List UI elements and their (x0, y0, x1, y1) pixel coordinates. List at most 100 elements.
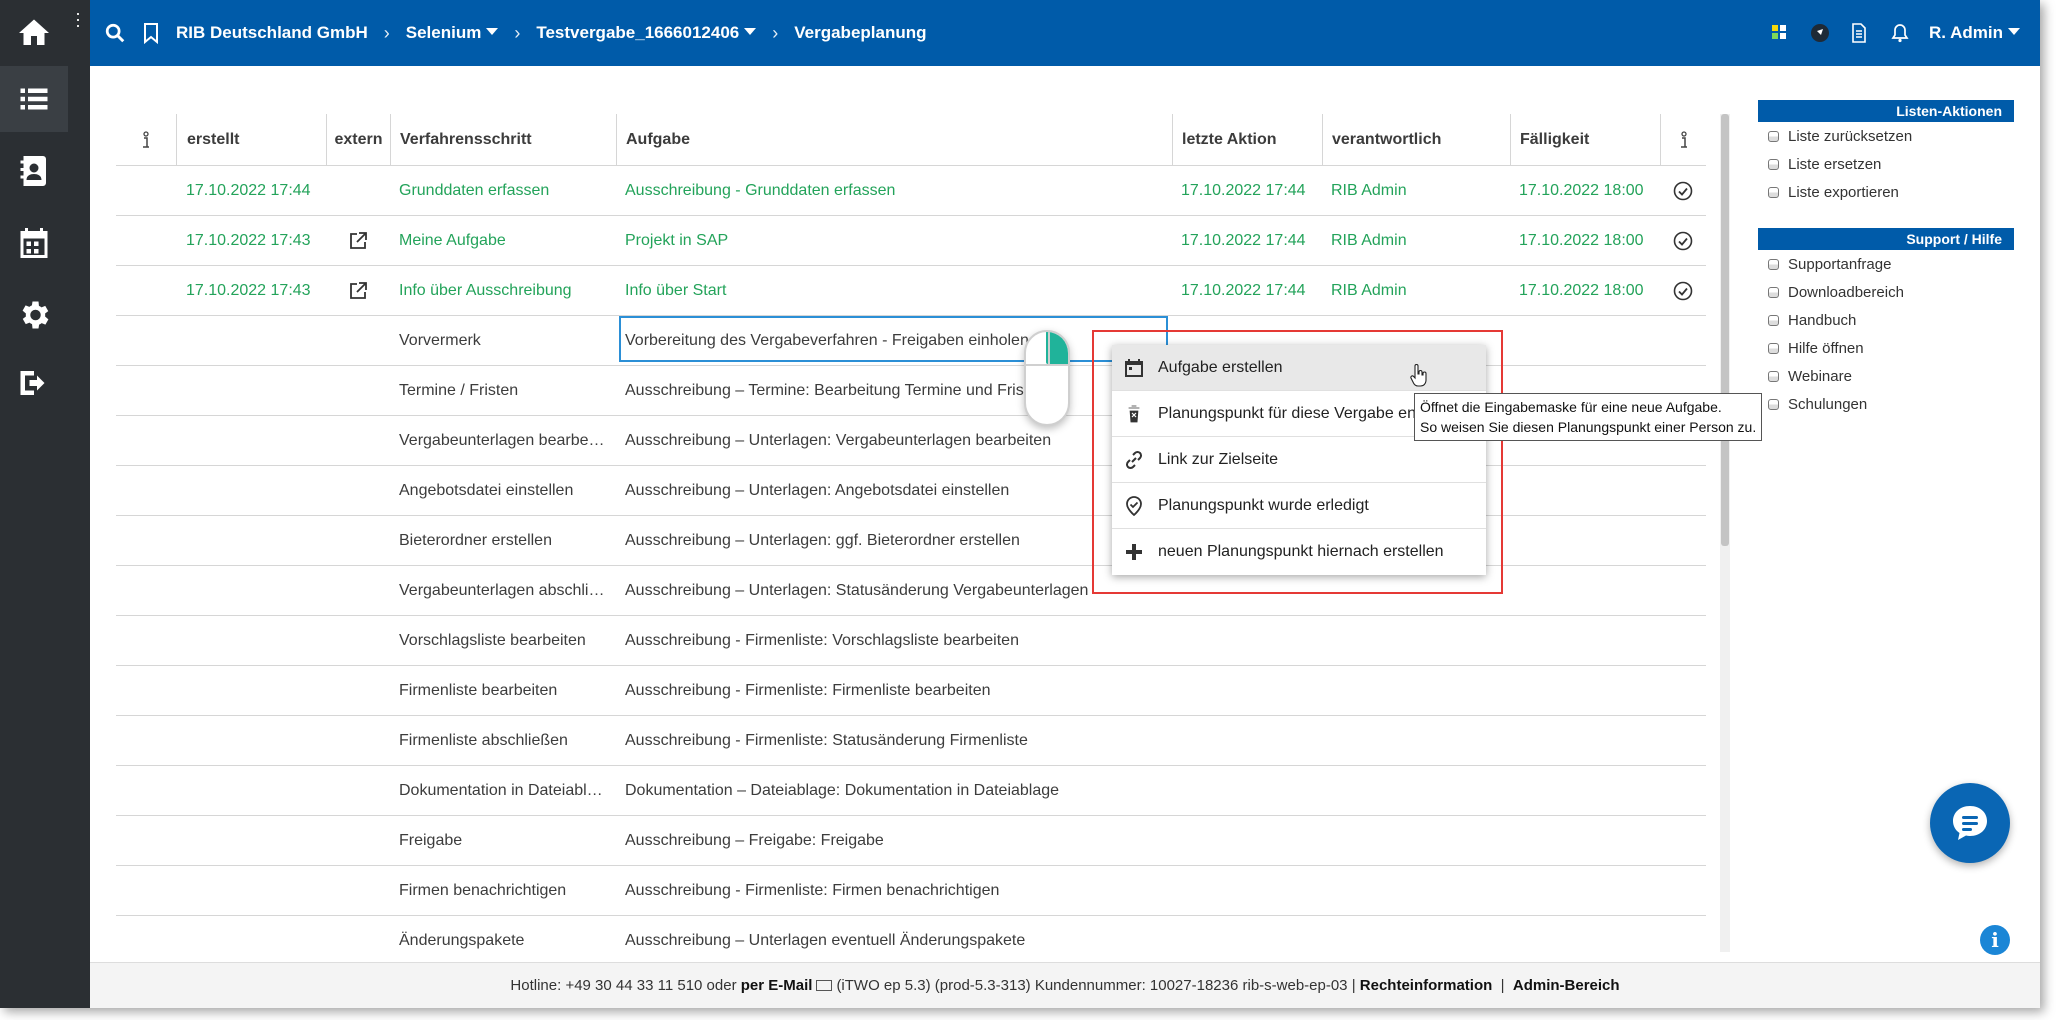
footer-admin-bereich-link[interactable]: Admin-Bereich (1513, 977, 1620, 994)
breadcrumb-company[interactable]: RIB Deutschland GmbH (176, 23, 368, 43)
share-icon[interactable] (1809, 22, 1831, 44)
column-header-extern[interactable]: extern (326, 114, 390, 165)
cell-verant (1322, 766, 1510, 815)
cell-aufgabe[interactable]: Ausschreibung – Unterlagen: ggf. Bietero… (616, 516, 1172, 565)
scrollbar-thumb[interactable] (1721, 114, 1729, 546)
cell-aufgabe[interactable]: Ausschreibung – Unterlagen: Statusänderu… (616, 566, 1172, 615)
external-link-icon[interactable] (349, 231, 367, 250)
sidebar-item-liste-ersetzen[interactable]: Liste ersetzen (1758, 150, 2014, 178)
calendar-icon[interactable] (0, 210, 68, 276)
cell-aufgabe[interactable]: Vorbereitung des Vergabeverfahren - Frei… (616, 316, 1172, 365)
home-icon[interactable] (0, 0, 68, 66)
cell-schritt[interactable]: Termine / Fristen (390, 366, 616, 415)
logout-icon[interactable] (0, 350, 68, 416)
cell-schritt[interactable]: Angebotsdatei einstellen (390, 466, 616, 515)
table-row[interactable]: Firmenliste abschließen Ausschreibung - F… (116, 716, 1706, 766)
chat-support-button[interactable] (1930, 783, 2010, 863)
footer-mail-link[interactable]: per E-Mail (741, 977, 813, 994)
menu-item-planungspunkt-erledigt[interactable]: Planungspunkt wurde erledigt (1112, 483, 1486, 529)
table-row[interactable]: Freigabe Ausschreibung – Freigabe: Freiga… (116, 816, 1706, 866)
column-header-faelligkeit[interactable]: Fälligkeit (1510, 114, 1660, 165)
cell-aufgabe[interactable]: Ausschreibung – Unterlagen eventuell Änd… (616, 916, 1172, 965)
table-row[interactable]: 17.10.2022 17:43 Meine Aufgabe Projekt in … (116, 216, 1706, 266)
cell-aufgabe[interactable]: Info über Start (616, 266, 1172, 315)
cell-aufgabe[interactable]: Ausschreibung - Firmenliste: Firmenliste… (616, 666, 1172, 715)
cell-status[interactable] (1660, 266, 1706, 315)
bookmark-icon[interactable] (142, 22, 160, 44)
cell-schritt[interactable]: Bieterordner erstellen (390, 516, 616, 565)
cell-status[interactable] (1660, 166, 1706, 215)
breadcrumb-project[interactable]: Selenium (406, 23, 499, 43)
column-status-header[interactable] (1660, 114, 1706, 165)
cell-aufgabe[interactable]: Ausschreibung - Grunddaten erfassen (616, 166, 1172, 215)
contacts-icon[interactable] (0, 138, 68, 204)
sidebar-item-schulungen[interactable]: Schulungen (1758, 390, 2014, 418)
column-header-verfahrensschritt[interactable]: Verfahrensschritt (390, 114, 616, 165)
cell-aufgabe[interactable]: Ausschreibung – Unterlagen: Vergabeunter… (616, 416, 1172, 465)
cell-schritt[interactable]: Firmenliste bearbeiten (390, 666, 616, 715)
settings-gear-icon[interactable] (0, 282, 68, 348)
list-icon[interactable] (0, 66, 68, 132)
sidebar-item-liste-zuruecksetzen[interactable]: Liste zurücksetzen (1758, 122, 2014, 150)
cell-aufgabe[interactable]: Ausschreibung – Freigabe: Freigabe (616, 816, 1172, 865)
menu-item-neuen-planungspunkt-erstellen[interactable]: neuen Planungspunkt hiernach erstellen (1112, 529, 1486, 575)
search-icon[interactable] (104, 22, 126, 44)
cell-aufgabe[interactable]: Ausschreibung – Unterlagen: Angebotsdate… (616, 466, 1172, 515)
column-header-aufgabe[interactable]: Aufgabe (616, 114, 1172, 165)
table-row[interactable]: 17.10.2022 17:44 Grunddaten erfassen Aussc… (116, 166, 1706, 216)
apps-grid-icon[interactable] (1769, 22, 1791, 44)
document-tree-icon[interactable] (1849, 22, 1871, 44)
column-header-verantwortlich[interactable]: verantwortlich (1322, 114, 1510, 165)
cell-status[interactable] (1660, 216, 1706, 265)
sidebar-item-handbuch[interactable]: Handbuch (1758, 306, 2014, 334)
table-row[interactable]: Änderungspakete Ausschreibung – Unterlage… (116, 916, 1706, 966)
check-circle-icon[interactable] (1673, 281, 1693, 301)
sidebar-item-liste-exportieren[interactable]: Liste exportieren (1758, 178, 2014, 206)
cell-aufgabe[interactable]: Dokumentation – Dateiablage: Dokumentati… (616, 766, 1172, 815)
cell-schritt[interactable]: Änderungspakete (390, 916, 616, 965)
cell-aufgabe[interactable]: Projekt in SAP (616, 216, 1172, 265)
column-header-erstellt[interactable]: erstellt (176, 114, 326, 165)
bell-icon[interactable] (1889, 22, 1911, 44)
cell-aufgabe[interactable]: Ausschreibung - Firmenliste: Firmen bena… (616, 866, 1172, 915)
menu-item-aufgabe-erstellen[interactable]: Aufgabe erstellen (1112, 345, 1486, 391)
cell-aufgabe[interactable]: Ausschreibung - Firmenliste: Vorschlagsl… (616, 616, 1172, 665)
cell-schritt[interactable]: Firmenliste abschließen (390, 716, 616, 765)
table-row[interactable]: Dokumentation in Dateiabl… Dokumentation … (116, 766, 1706, 816)
cell-schritt[interactable]: Vorvermerk (390, 316, 616, 365)
table-row[interactable]: Vorschlagsliste bearbeiten Ausschreibung … (116, 616, 1706, 666)
cell-extern[interactable] (326, 216, 390, 265)
table-row[interactable]: 17.10.2022 17:43 Info über Ausschreibung I… (116, 266, 1706, 316)
sidebar-item-downloadbereich[interactable]: Downloadbereich (1758, 278, 2014, 306)
check-circle-icon[interactable] (1673, 231, 1693, 251)
sidebar-item-webinare[interactable]: Webinare (1758, 362, 2014, 390)
check-circle-icon[interactable] (1673, 181, 1693, 201)
sidebar-item-supportanfrage[interactable]: Supportanfrage (1758, 250, 2014, 278)
menu-item-label: Link zur Zielseite (1158, 450, 1279, 468)
cell-schritt[interactable]: Info über Ausschreibung (390, 266, 616, 315)
cell-schritt[interactable]: Vorschlagsliste bearbeiten (390, 616, 616, 665)
cell-schritt[interactable]: Vergabeunterlagen bearbe… (390, 416, 616, 465)
column-info-header[interactable] (116, 114, 176, 165)
breadcrumb-vergabe[interactable]: Testvergabe_1666012406 (536, 23, 757, 43)
table-row[interactable]: Firmen benachrichtigen Ausschreibung - Fi… (116, 866, 1706, 916)
cell-schritt[interactable]: Grunddaten erfassen (390, 166, 616, 215)
cell-aufgabe[interactable]: Ausschreibung - Firmenliste: Statusänder… (616, 716, 1172, 765)
column-header-letzte-aktion[interactable]: letzte Aktion (1172, 114, 1322, 165)
cell-schritt[interactable]: Vergabeunterlagen abschli… (390, 566, 616, 615)
table-row[interactable]: Firmenliste bearbeiten Ausschreibung - Fi… (116, 666, 1706, 716)
table-scrollbar[interactable] (1720, 114, 1730, 952)
info-icon[interactable]: i (1980, 925, 2010, 955)
cell-schritt[interactable]: Freigabe (390, 816, 616, 865)
menu-item-link-zur-zielseite[interactable]: Link zur Zielseite (1112, 437, 1486, 483)
cell-schritt[interactable]: Meine Aufgabe (390, 216, 616, 265)
cell-extern[interactable] (326, 266, 390, 315)
cell-schritt[interactable]: Firmen benachrichtigen (390, 866, 616, 915)
user-menu[interactable]: R. Admin (1929, 23, 2020, 43)
external-link-icon[interactable] (349, 281, 367, 300)
more-menu-icon[interactable]: · · · (74, 4, 82, 34)
sidebar-item-hilfe-oeffnen[interactable]: Hilfe öffnen (1758, 334, 2014, 362)
cell-schritt[interactable]: Dokumentation in Dateiabl… (390, 766, 616, 815)
cell-aufgabe[interactable]: Ausschreibung – Termine: Bearbeitung Ter… (616, 366, 1172, 415)
footer-rechteinformation-link[interactable]: Rechteinformation (1360, 977, 1493, 994)
